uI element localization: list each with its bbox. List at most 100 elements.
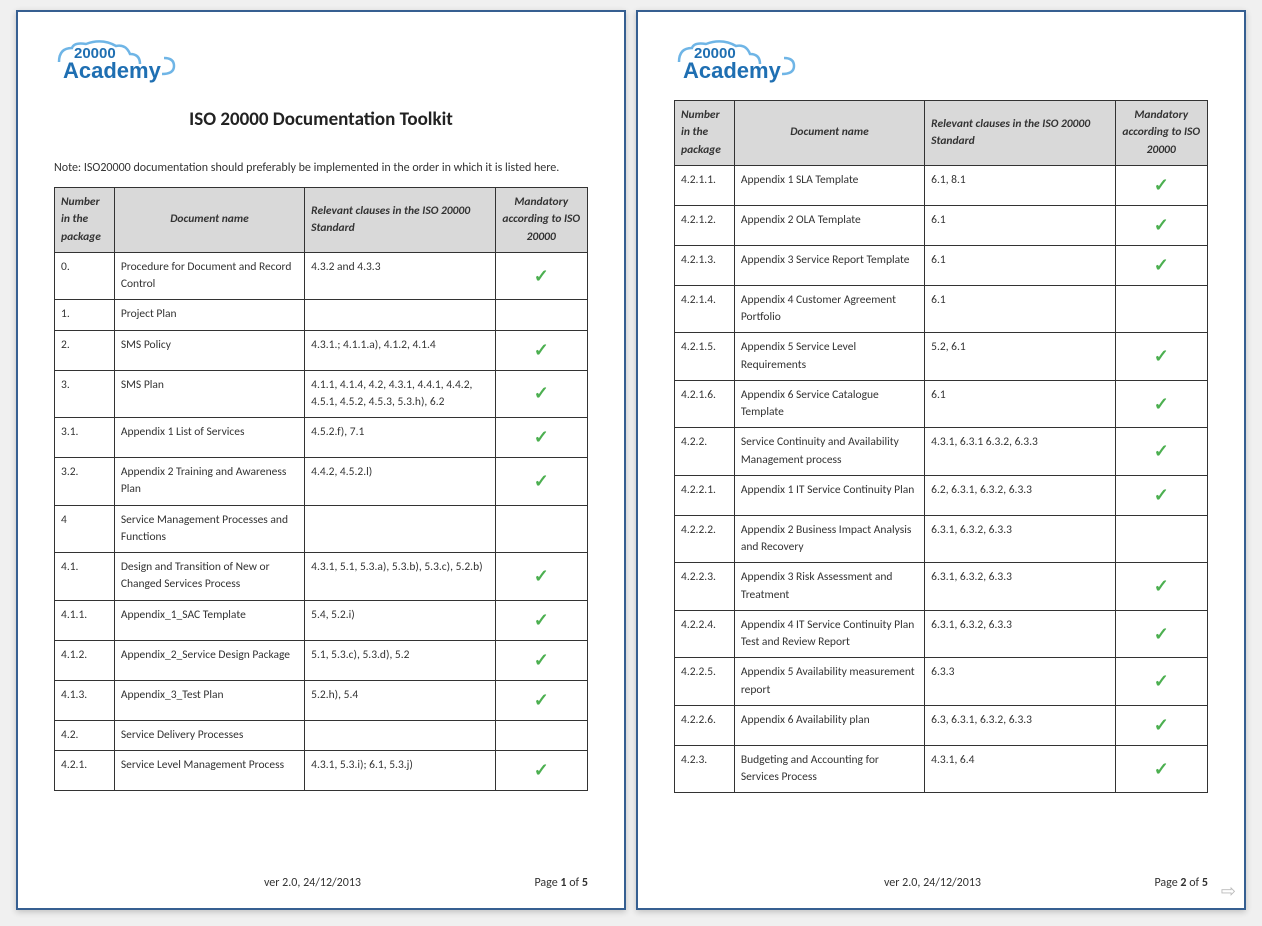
cell-number: 3. bbox=[55, 370, 115, 418]
check-icon: ✓ bbox=[1154, 756, 1169, 783]
page-2: 20000 Academy Number in the package Docu… bbox=[636, 10, 1246, 910]
cell-number: 4.2.1.5. bbox=[675, 333, 735, 381]
page-indicator: Page 2 of 5 bbox=[1154, 876, 1208, 890]
cell-clauses: 4.3.1, 6.4 bbox=[925, 745, 1115, 793]
cell-number: 4.2.2.3. bbox=[675, 563, 735, 611]
page-title: ISO 20000 Documentation Toolkit bbox=[54, 108, 588, 131]
cell-mandatory: ✓ bbox=[495, 418, 588, 458]
table-row: 4.1.Design and Transition of New or Chan… bbox=[55, 553, 588, 601]
cell-document-name: SMS Policy bbox=[114, 330, 304, 370]
cell-clauses: 6.1 bbox=[925, 380, 1115, 428]
cell-document-name: Appendix 5 Service Level Requirements bbox=[734, 333, 924, 381]
check-icon: ✓ bbox=[1154, 343, 1169, 370]
check-icon: ✓ bbox=[534, 263, 549, 290]
cell-number: 3.1. bbox=[55, 418, 115, 458]
table-row: 4.2.1.6.Appendix 6 Service Catalogue Tem… bbox=[675, 380, 1208, 428]
cell-clauses: 5.2.h), 5.4 bbox=[305, 680, 495, 720]
cell-number: 4.2. bbox=[55, 720, 115, 750]
logo: 20000 Academy bbox=[54, 40, 588, 88]
cell-clauses: 4.3.1, 5.1, 5.3.a), 5.3.b), 5.3.c), 5.2.… bbox=[305, 553, 495, 601]
table-row: 4.2.2.6.Appendix 6 Availability plan6.3,… bbox=[675, 705, 1208, 745]
table-row: 3.1.Appendix 1 List of Services4.5.2.f),… bbox=[55, 418, 588, 458]
cell-mandatory: ✓ bbox=[495, 370, 588, 418]
cell-clauses bbox=[305, 505, 495, 553]
cell-document-name: Appendix 3 Risk Assessment and Treatment bbox=[734, 563, 924, 611]
table-row: 4.2.1.1.Appendix 1 SLA Template6.1, 8.1✓ bbox=[675, 165, 1208, 205]
table-row: 4.2.3.Budgeting and Accounting for Servi… bbox=[675, 745, 1208, 793]
check-icon: ✓ bbox=[534, 687, 549, 714]
page-indicator: Page 1 of 5 bbox=[534, 876, 588, 890]
cell-mandatory bbox=[1115, 285, 1208, 333]
cell-mandatory: ✓ bbox=[1115, 428, 1208, 476]
check-icon: ✓ bbox=[534, 563, 549, 590]
header-number: Number in the package bbox=[55, 188, 115, 253]
cell-number: 4.1.2. bbox=[55, 640, 115, 680]
cell-clauses: 4.3.2 and 4.3.3 bbox=[305, 252, 495, 300]
cell-clauses: 4.5.2.f), 7.1 bbox=[305, 418, 495, 458]
table-row: 4.2.2.2.Appendix 2 Business Impact Analy… bbox=[675, 515, 1208, 563]
cell-mandatory: ✓ bbox=[1115, 205, 1208, 245]
cell-number: 4.2.3. bbox=[675, 745, 735, 793]
cell-document-name: Service Management Processes and Functio… bbox=[114, 505, 304, 553]
cell-document-name: Appendix 4 Customer Agreement Portfolio bbox=[734, 285, 924, 333]
page-footer: ver 2.0, 24/12/2013 Page 1 of 5 bbox=[54, 876, 588, 890]
check-icon: ✓ bbox=[534, 337, 549, 364]
cell-number: 3.2. bbox=[55, 458, 115, 506]
cell-document-name: Appendix 5 Availability measurement repo… bbox=[734, 658, 924, 706]
cell-clauses: 6.1 bbox=[925, 245, 1115, 285]
cell-number: 4.2.2. bbox=[675, 428, 735, 476]
check-icon: ✓ bbox=[534, 468, 549, 495]
cell-clauses: 6.1 bbox=[925, 205, 1115, 245]
header-mandatory: Mandatory according to ISO 20000 bbox=[495, 188, 588, 253]
header-clauses: Relevant clauses in the ISO 20000 Standa… bbox=[925, 101, 1115, 166]
table-header-row: Number in the package Document name Rele… bbox=[675, 101, 1208, 166]
table-row: 4.1.3.Appendix_3_Test Plan5.2.h), 5.4✓ bbox=[55, 680, 588, 720]
cell-mandatory: ✓ bbox=[495, 330, 588, 370]
table-body-page-1: 0.Procedure for Document and Record Cont… bbox=[55, 252, 588, 790]
logo: 20000 Academy bbox=[674, 40, 1208, 88]
cell-mandatory bbox=[1115, 515, 1208, 563]
document-table-page-2: Number in the package Document name Rele… bbox=[674, 100, 1208, 793]
cell-number: 4.2.2.2. bbox=[675, 515, 735, 563]
check-icon: ✓ bbox=[534, 757, 549, 784]
cell-mandatory: ✓ bbox=[495, 458, 588, 506]
cell-document-name: Appendix 1 List of Services bbox=[114, 418, 304, 458]
cell-clauses bbox=[305, 720, 495, 750]
cell-clauses: 6.3.1, 6.3.2, 6.3.3 bbox=[925, 563, 1115, 611]
cell-document-name: Appendix_1_SAC Template bbox=[114, 600, 304, 640]
cell-mandatory: ✓ bbox=[495, 600, 588, 640]
document-table-page-1: Number in the package Document name Rele… bbox=[54, 187, 588, 791]
cell-clauses: 6.3.1, 6.3.2, 6.3.3 bbox=[925, 515, 1115, 563]
cell-document-name: Appendix 1 SLA Template bbox=[734, 165, 924, 205]
header-name: Document name bbox=[734, 101, 924, 166]
table-row: 4.2.2.4.Appendix 4 IT Service Continuity… bbox=[675, 610, 1208, 658]
cell-clauses: 4.3.1.; 4.1.1.a), 4.1.2, 4.1.4 bbox=[305, 330, 495, 370]
cell-document-name: Appendix_2_Service Design Package bbox=[114, 640, 304, 680]
next-page-arrow-icon[interactable]: ⇨ bbox=[1221, 880, 1236, 902]
table-row: 4.1.1.Appendix_1_SAC Template5.4, 5.2.i)… bbox=[55, 600, 588, 640]
check-icon: ✓ bbox=[1154, 482, 1169, 509]
cell-number: 4.2.2.6. bbox=[675, 705, 735, 745]
table-row: 4.2.1.5.Appendix 5 Service Level Require… bbox=[675, 333, 1208, 381]
cell-number: 4.1.3. bbox=[55, 680, 115, 720]
header-name: Document name bbox=[114, 188, 304, 253]
check-icon: ✓ bbox=[534, 380, 549, 407]
table-row: 4.2.2.3.Appendix 3 Risk Assessment and T… bbox=[675, 563, 1208, 611]
cell-number: 0. bbox=[55, 252, 115, 300]
cell-mandatory: ✓ bbox=[495, 640, 588, 680]
cell-mandatory: ✓ bbox=[1115, 380, 1208, 428]
cell-document-name: SMS Plan bbox=[114, 370, 304, 418]
cell-mandatory: ✓ bbox=[1115, 165, 1208, 205]
table-row: 4.1.2.Appendix_2_Service Design Package5… bbox=[55, 640, 588, 680]
check-icon: ✓ bbox=[1154, 712, 1169, 739]
cell-number: 4.2.2.1. bbox=[675, 475, 735, 515]
logo-bottom-text: Academy bbox=[63, 58, 162, 83]
cell-number: 4.2.1.4. bbox=[675, 285, 735, 333]
check-icon: ✓ bbox=[534, 647, 549, 674]
cell-number: 4.2.1. bbox=[55, 750, 115, 790]
cell-mandatory bbox=[495, 720, 588, 750]
version-text: ver 2.0, 24/12/2013 bbox=[884, 876, 981, 890]
cell-clauses: 6.2, 6.3.1, 6.3.2, 6.3.3 bbox=[925, 475, 1115, 515]
cell-mandatory: ✓ bbox=[1115, 563, 1208, 611]
check-icon: ✓ bbox=[1154, 573, 1169, 600]
